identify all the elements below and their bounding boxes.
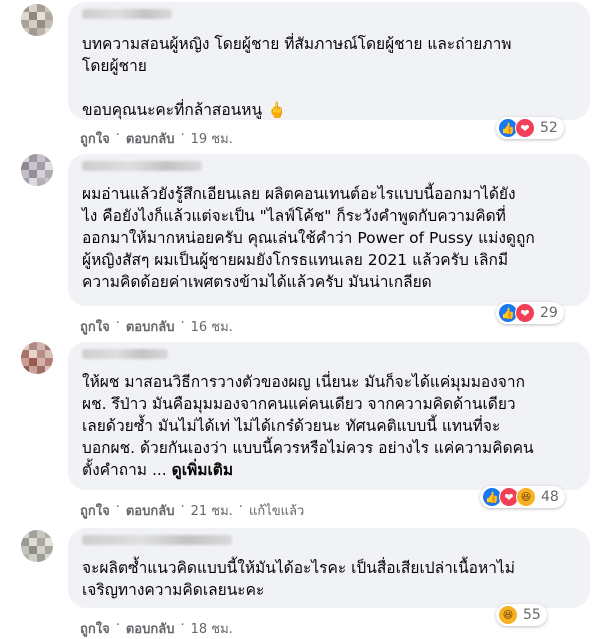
comment-actions: ถูกใจ · ตอบกลับ · 19 ชม. bbox=[80, 128, 233, 149]
timestamp[interactable]: 19 ชม. bbox=[191, 128, 233, 149]
comment-bubble: ให้ผช มาสอนวิธีการวางตัวของผญ เนี่ยนะ มั… bbox=[68, 342, 590, 508]
reactions-summary[interactable]: 👍 ❤ 😆 48 bbox=[480, 486, 565, 508]
see-more-link[interactable]: ดูเพิ่มเติม bbox=[172, 461, 233, 479]
timestamp[interactable]: 16 ชม. bbox=[191, 316, 233, 337]
reply-link[interactable]: ตอบกลับ bbox=[126, 316, 175, 337]
comment-text: บทความสอนผู้หญิง โดยผู้ชาย ที่สัมภาษณ์โด… bbox=[82, 35, 512, 119]
author-name-blurred[interactable] bbox=[82, 9, 172, 19]
avatar[interactable] bbox=[21, 154, 53, 186]
comment-actions: ถูกใจ · ตอบกลับ · 16 ชม. bbox=[80, 316, 233, 337]
comment-bubble: จะผลิตซ้ำแนวคิดแบบนี้ให้มันได้อะไรคะ เป็… bbox=[68, 528, 590, 626]
like-link[interactable]: ถูกใจ bbox=[80, 128, 110, 149]
comment-text: ผมอ่านแล้วยังรู้สึกเอียนเลย ผลิตคอนเทนต์… bbox=[82, 185, 535, 291]
laughing-face-icon: 😆 bbox=[516, 487, 536, 507]
reaction-count: 29 bbox=[540, 305, 558, 321]
avatar[interactable] bbox=[21, 530, 53, 562]
author-name-blurred[interactable] bbox=[82, 161, 202, 171]
separator: · bbox=[115, 500, 120, 515]
comment-actions: ถูกใจ · ตอบกลับ · 21 ชม. · แก้ไขแล้ว bbox=[80, 500, 304, 521]
comment-text: ให้ผช มาสอนวิธีการวางตัวของผญ เนี่ยนะ มั… bbox=[82, 373, 534, 479]
reply-link[interactable]: ตอบกลับ bbox=[126, 500, 175, 521]
like-link[interactable]: ถูกใจ bbox=[80, 316, 110, 337]
reply-link[interactable]: ตอบกลับ bbox=[126, 128, 175, 149]
reactions-summary[interactable]: 😆 55 bbox=[496, 604, 547, 626]
heart-icon: ❤ bbox=[515, 118, 535, 138]
avatar[interactable] bbox=[21, 4, 53, 36]
separator: · bbox=[238, 500, 243, 515]
comment-bubble: ผมอ่านแล้วยังรู้สึกเอียนเลย ผลิตคอนเทนต์… bbox=[68, 154, 590, 324]
avatar[interactable] bbox=[21, 342, 53, 374]
timestamp[interactable]: 21 ชม. bbox=[191, 500, 233, 521]
comment-text: จะผลิตซ้ำแนวคิดแบบนี้ให้มันได้อะไรคะ เป็… bbox=[82, 559, 515, 599]
reactions-summary[interactable]: 👍 ❤ 29 bbox=[496, 302, 564, 324]
edited-label[interactable]: แก้ไขแล้ว bbox=[249, 500, 304, 521]
separator: · bbox=[180, 316, 185, 331]
reaction-count: 55 bbox=[523, 607, 541, 623]
reaction-count: 48 bbox=[541, 489, 559, 505]
comment-bubble: บทความสอนผู้หญิง โดยผู้ชาย ที่สัมภาษณ์โด… bbox=[68, 2, 590, 139]
separator: · bbox=[115, 128, 120, 143]
separator: · bbox=[115, 316, 120, 331]
reactions-summary[interactable]: 👍 ❤ 52 bbox=[496, 117, 564, 139]
like-link[interactable]: ถูกใจ bbox=[80, 500, 110, 521]
author-name-blurred[interactable] bbox=[82, 535, 232, 545]
separator: · bbox=[180, 500, 185, 515]
laughing-face-icon: 😆 bbox=[498, 605, 518, 625]
heart-icon: ❤ bbox=[515, 303, 535, 323]
author-name-blurred[interactable] bbox=[82, 349, 168, 359]
reaction-count: 52 bbox=[540, 120, 558, 136]
separator: · bbox=[180, 128, 185, 143]
